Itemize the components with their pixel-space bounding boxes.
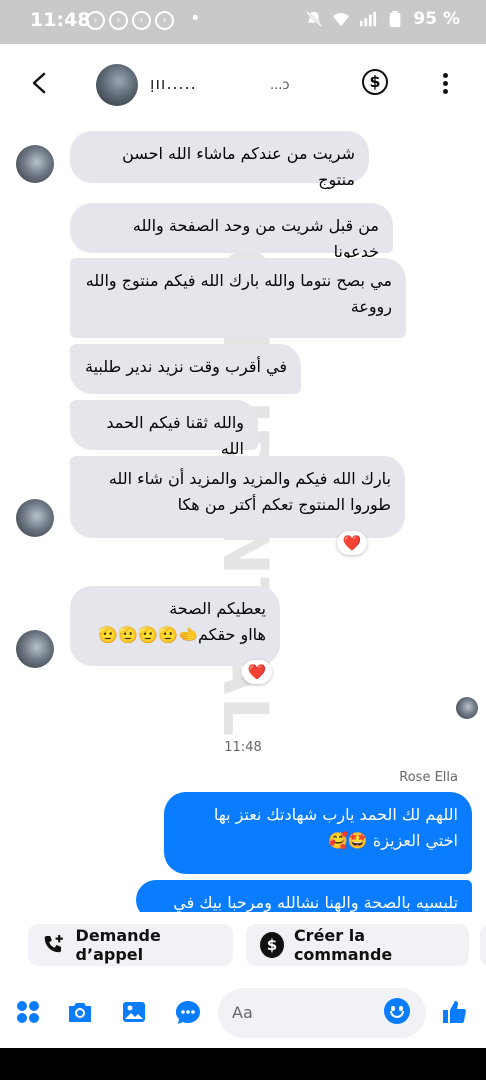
like-icon[interactable] <box>440 998 468 1026</box>
back-icon[interactable] <box>26 68 54 98</box>
sender-avatar[interactable] <box>16 499 54 537</box>
message-composer: Aa <box>0 978 486 1048</box>
incoming-message[interactable]: بارك الله فيكم والمزيد والمزيد أن شاء ال… <box>70 456 405 538</box>
call-request-button[interactable]: Demande d’appel <box>28 924 233 966</box>
battery-percent: 95 % <box>413 9 460 29</box>
notification-icon: › <box>86 11 105 30</box>
mute-icon <box>306 10 323 28</box>
dollar-icon[interactable]: $ <box>362 69 388 95</box>
incoming-message[interactable]: في أقرب وقت نزيد ندير طلبية <box>70 344 301 394</box>
system-navigation-bar <box>0 1048 486 1080</box>
notification-icon: › <box>109 11 128 30</box>
dollar-icon: $ <box>260 932 284 958</box>
signal-icon <box>360 11 377 27</box>
sender-avatar[interactable] <box>16 630 54 668</box>
more-actions-chip[interactable] <box>480 924 486 966</box>
status-bar: 11:48 › › › › • 95 % <box>0 0 486 44</box>
outgoing-message[interactable]: اللهم لك الحمد يارب شهادتك نعتز بها اختي… <box>164 792 472 874</box>
conversation-header: ı̣ıı..... ...ɔ $ <box>0 44 486 122</box>
notification-icon: › <box>155 11 174 30</box>
more-notifications-dot: • <box>190 8 201 29</box>
emoji-icon[interactable] <box>384 998 410 1024</box>
apps-icon[interactable] <box>14 998 42 1026</box>
incoming-message[interactable]: يعطيكم الصحة هااو حقكم🫲🫡🫡🫡🫡 <box>70 586 280 666</box>
gallery-icon[interactable] <box>120 998 148 1026</box>
battery-icon <box>389 10 401 28</box>
incoming-message[interactable]: شريت من عندكم ماشاء الله احسن منتوج <box>70 131 369 189</box>
status-right: 95 % <box>305 9 460 29</box>
contact-name-suffix: ...ɔ <box>270 78 290 93</box>
create-order-label: Créer la commande <box>293 926 393 964</box>
heart-reaction[interactable]: ❤️ <box>337 531 367 555</box>
incoming-message[interactable]: والله ثقنا فيكم الحمد الله <box>70 400 258 458</box>
camera-icon[interactable] <box>66 998 94 1026</box>
more-icon[interactable] <box>438 71 452 97</box>
wifi-icon <box>333 13 350 27</box>
notification-icon: › <box>132 11 151 30</box>
message-timestamp: 11:48 <box>224 740 262 755</box>
notification-icons: › › › › <box>86 11 174 30</box>
phone-plus-icon <box>44 935 63 953</box>
chat-bubble-icon[interactable] <box>174 998 202 1026</box>
incoming-message[interactable]: من قبل شريت من وحد الصفحة والله خدعونا <box>70 203 393 261</box>
seen-indicator-avatar <box>456 697 478 719</box>
heart-reaction[interactable]: ❤️ <box>242 660 272 684</box>
contact-avatar[interactable] <box>96 64 138 106</box>
incoming-message[interactable]: مي بصح نتوما والله بارك الله فيكم منتوج … <box>70 258 406 338</box>
sender-name: Rose Ella <box>399 770 458 785</box>
call-request-label: Demande d’appel <box>75 926 161 964</box>
create-order-button[interactable]: $ Créer la commande <box>246 924 469 966</box>
contact-name[interactable]: ı̣ıı..... <box>150 74 197 93</box>
sender-avatar[interactable] <box>16 145 54 183</box>
message-line: يعطيكم الصحة <box>169 599 266 618</box>
quick-actions-bar: Demande d’appel $ Créer la commande <box>0 912 486 978</box>
clock: 11:48 <box>30 9 91 31</box>
message-line: هااو حقكم🫲🫡🫡🫡🫡 <box>98 625 266 644</box>
